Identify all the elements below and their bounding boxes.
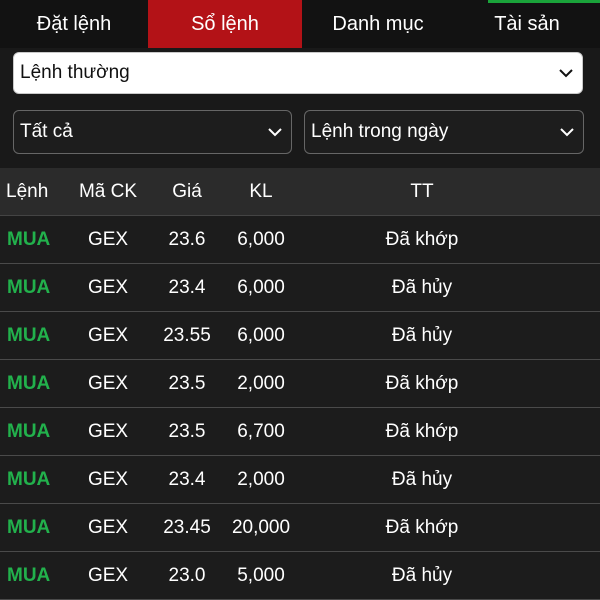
table-row[interactable]: MUA GEX 23.5 6,700 Đã khớp	[0, 408, 600, 456]
order-side: MUA	[7, 372, 51, 394]
order-price: 23.0	[168, 564, 206, 586]
order-side: MUA	[7, 276, 51, 298]
order-symbol: GEX	[87, 420, 129, 442]
order-symbol: GEX	[87, 468, 129, 490]
order-price: 23.5	[168, 372, 206, 394]
order-price: 23.55	[163, 324, 211, 346]
order-symbol: GEX	[87, 228, 129, 250]
order-symbol: GEX	[87, 276, 129, 298]
header-qty: KL	[249, 180, 273, 202]
order-qty: 5,000	[237, 564, 285, 586]
order-qty: 2,000	[237, 468, 285, 490]
order-price: 23.6	[168, 228, 206, 250]
order-status: Đã khớp	[385, 228, 459, 250]
order-price: 23.4	[168, 276, 206, 298]
order-status: Đã hủy	[391, 324, 453, 346]
order-side: MUA	[7, 228, 51, 250]
order-symbol: GEX	[87, 324, 129, 346]
main-tabs: Đặt lệnh Sổ lệnh Danh mục Tài sản	[0, 0, 600, 48]
order-book-table: Lệnh Mã CK Giá KL TT MUA GEX 23.6 6,000 Đã k…	[0, 168, 600, 600]
table-row[interactable]: MUA GEX 23.0 5,000 Đã hủy	[0, 552, 600, 600]
time-filter-select[interactable]: Lệnh trong ngày	[304, 110, 584, 154]
order-status: Đã khớp	[385, 420, 459, 442]
order-status: Đã hủy	[391, 276, 453, 298]
table-header: Lệnh Mã CK Giá KL TT	[0, 168, 600, 216]
order-qty: 6,700	[237, 420, 285, 442]
tab-so-lenh[interactable]: Sổ lệnh	[148, 0, 302, 48]
order-type-value: Lệnh thường	[20, 62, 130, 83]
header-status: TT	[410, 180, 434, 202]
order-side: MUA	[7, 516, 51, 538]
order-price: 23.4	[168, 468, 206, 490]
chevron-down-icon	[559, 69, 573, 78]
table-row[interactable]: MUA GEX 23.45 20,000 Đã khớp	[0, 504, 600, 552]
order-qty: 2,000	[237, 372, 285, 394]
table-row[interactable]: MUA GEX 23.6 6,000 Đã khớp	[0, 216, 600, 264]
tab-dat-lenh[interactable]: Đặt lệnh	[0, 0, 148, 48]
order-status: Đã khớp	[385, 372, 459, 394]
header-symbol: Mã CK	[78, 180, 138, 202]
tab-danh-muc[interactable]: Danh mục	[302, 0, 454, 48]
order-qty: 20,000	[231, 516, 291, 538]
order-qty: 6,000	[237, 276, 285, 298]
order-status: Đã hủy	[391, 564, 453, 586]
order-price: 23.5	[168, 420, 206, 442]
table-row[interactable]: MUA GEX 23.4 2,000 Đã hủy	[0, 456, 600, 504]
header-price: Giá	[172, 180, 202, 202]
order-qty: 6,000	[237, 228, 285, 250]
order-symbol: GEX	[87, 564, 129, 586]
chevron-down-icon	[560, 128, 574, 137]
order-side: MUA	[7, 324, 51, 346]
order-side: MUA	[7, 420, 51, 442]
order-symbol: GEX	[87, 516, 129, 538]
order-type-select[interactable]: Lệnh thường	[13, 52, 583, 94]
order-status: Đã hủy	[391, 468, 453, 490]
chevron-down-icon	[268, 128, 282, 137]
table-row[interactable]: MUA GEX 23.55 6,000 Đã hủy	[0, 312, 600, 360]
table-row[interactable]: MUA GEX 23.4 6,000 Đã hủy	[0, 264, 600, 312]
status-filter-value: Tất cả	[20, 121, 73, 142]
order-symbol: GEX	[87, 372, 129, 394]
tab-tai-san[interactable]: Tài sản	[454, 0, 600, 48]
order-side: MUA	[7, 468, 51, 490]
table-row[interactable]: MUA GEX 23.5 2,000 Đã khớp	[0, 360, 600, 408]
order-status: Đã khớp	[385, 516, 459, 538]
time-filter-value: Lệnh trong ngày	[311, 121, 449, 142]
order-price: 23.45	[163, 516, 211, 538]
header-side: Lệnh	[6, 180, 49, 202]
status-filter-select[interactable]: Tất cả	[13, 110, 292, 154]
order-side: MUA	[7, 564, 51, 586]
order-qty: 6,000	[237, 324, 285, 346]
table-body: MUA GEX 23.6 6,000 Đã khớp MUA GEX 23.4 6,000 Đã …	[0, 216, 600, 600]
